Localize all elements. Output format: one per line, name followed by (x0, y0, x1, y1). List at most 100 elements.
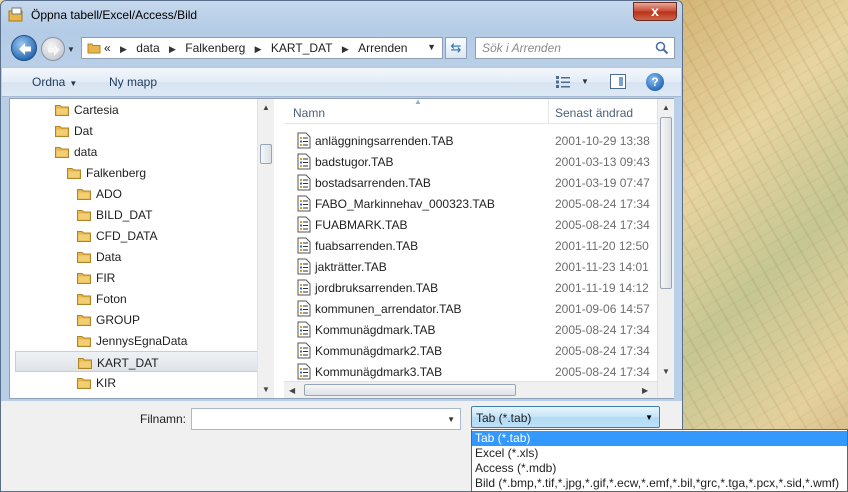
file-row[interactable]: FUABMARK.TAB 2005-08-24 17:34 (284, 214, 662, 235)
chevron-right-icon[interactable]: ▶ (120, 44, 127, 55)
help-button[interactable]: ? (646, 73, 664, 91)
file-date: 2001-10-29 13:38 (555, 134, 650, 148)
chevron-right-icon[interactable]: ▶ (255, 44, 262, 55)
file-row[interactable]: Kommunägdmark3.TAB 2005-08-24 17:34 (284, 361, 662, 382)
tree-item-label: FIR (96, 271, 116, 285)
file-row[interactable]: anläggningsarrenden.TAB 2001-10-29 13:38 (284, 130, 662, 151)
scroll-thumb[interactable] (660, 117, 672, 289)
breadcrumb-overflow[interactable]: « (104, 41, 111, 55)
breadcrumb-arrenden[interactable]: Arrenden (358, 41, 407, 55)
filetype-select[interactable]: Tab (*.tab) ▼ (471, 406, 660, 428)
scroll-thumb[interactable] (260, 144, 272, 164)
organize-button[interactable]: Ordna ▼ (32, 75, 77, 89)
scroll-down-icon[interactable]: ▼ (662, 367, 670, 376)
navigation-bar: ▼ « ▶ data ▶ Falkenberg ▶ KART_DAT ▶ Arr… (1, 33, 682, 63)
scroll-left-icon[interactable]: ◀ (289, 386, 295, 395)
chevron-right-icon[interactable]: ▶ (169, 44, 176, 55)
recent-locations-dropdown[interactable]: ▼ (67, 45, 75, 54)
back-button[interactable] (11, 35, 37, 61)
file-list-hscrollbar[interactable]: ◀ ▶ (284, 381, 657, 398)
view-details-icon[interactable] (555, 75, 571, 89)
file-row[interactable]: kommunen_arrendator.TAB 2001-09-06 14:57 (284, 298, 662, 319)
file-date: 2005-08-24 17:34 (555, 218, 650, 232)
filetype-option[interactable]: Tab (*.tab) (472, 431, 847, 446)
tree-item[interactable]: FIR (10, 267, 255, 288)
column-divider[interactable] (548, 99, 549, 124)
file-date: 2005-08-24 17:34 (555, 365, 650, 379)
file-row[interactable]: badstugor.TAB 2001-03-13 09:43 (284, 151, 662, 172)
tree-item-label: KART_DAT (97, 356, 159, 370)
scroll-up-icon[interactable]: ▲ (662, 103, 670, 112)
new-folder-button[interactable]: Ny mapp (109, 75, 157, 89)
file-name: jordbruksarrenden.TAB (315, 281, 439, 295)
scroll-down-icon[interactable]: ▼ (262, 385, 270, 394)
search-icon[interactable] (655, 41, 669, 55)
filetype-option[interactable]: Access (*.mdb) (472, 461, 847, 476)
column-date-header[interactable]: Senast ändrad (555, 106, 633, 120)
tree-item[interactable]: GROUP (10, 309, 255, 330)
address-dropdown[interactable]: ▼ (427, 42, 436, 52)
forward-button[interactable] (41, 37, 65, 61)
folder-icon (77, 336, 91, 347)
tree-item[interactable]: KART_DAT (15, 351, 260, 372)
file-row[interactable]: Kommunägdmark2.TAB 2005-08-24 17:34 (284, 340, 662, 361)
refresh-button[interactable]: ⇆ (445, 37, 467, 59)
file-date: 2001-11-20 12:50 (555, 239, 649, 253)
chevron-down-icon: ▼ (69, 79, 78, 88)
column-name-header[interactable]: Namn (293, 106, 325, 120)
file-date: 2001-11-23 14:01 (555, 260, 649, 274)
folder-icon (55, 126, 69, 137)
tree-item[interactable]: KIR (10, 372, 255, 393)
tree-item[interactable]: ADO (10, 183, 255, 204)
tree-item[interactable]: CFD_DATA (10, 225, 255, 246)
preview-pane-icon[interactable] (610, 74, 626, 89)
tree-item-label: Falkenberg (86, 166, 147, 180)
file-list-vscrollbar[interactable]: ▲ ▼ (657, 99, 674, 398)
tree-item-label: Dat (74, 124, 93, 138)
filetype-option[interactable]: Excel (*.xls) (472, 446, 847, 461)
filetype-selected-value: Tab (*.tab) (476, 411, 532, 425)
chevron-right-icon[interactable]: ▶ (342, 44, 349, 55)
back-arrow-icon (19, 43, 31, 55)
refresh-icon: ⇆ (450, 40, 462, 55)
filetype-option[interactable]: Bild (*.bmp,*.tif,*.jpg,*.gif,*.ecw,*.em… (472, 476, 847, 491)
file-row[interactable]: FABO_Markinnehav_000323.TAB 2005-08-24 17… (284, 193, 662, 214)
tree-item[interactable]: JennysEgnaData (10, 330, 255, 351)
tab-file-icon (297, 132, 311, 149)
tab-file-icon (297, 342, 311, 359)
chevron-down-icon[interactable]: ▼ (447, 415, 455, 424)
file-row[interactable]: bostadsarrenden.TAB 2001-03-19 07:47 (284, 172, 662, 193)
tab-file-icon (297, 363, 311, 380)
tree-item[interactable]: data (10, 141, 255, 162)
tree-item-label: Foton (96, 292, 127, 306)
tree-item[interactable]: BILD_DAT (10, 204, 255, 225)
scroll-right-icon[interactable]: ▶ (642, 386, 648, 395)
scroll-up-icon[interactable]: ▲ (262, 103, 270, 112)
tree-item[interactable]: Cartesia (10, 99, 255, 120)
tree-scrollbar[interactable]: ▲ ▼ (257, 99, 274, 398)
file-row[interactable]: Kommunägdmark.TAB 2005-08-24 17:34 (284, 319, 662, 340)
scroll-thumb[interactable] (304, 384, 516, 396)
breadcrumb-falkenberg[interactable]: Falkenberg (185, 41, 245, 55)
search-input[interactable] (476, 38, 654, 58)
breadcrumb-kart-dat[interactable]: KART_DAT (271, 41, 333, 55)
file-row[interactable]: jordbruksarrenden.TAB 2001-11-19 14:12 (284, 277, 662, 298)
tree-item[interactable]: Falkenberg (10, 162, 255, 183)
close-button[interactable]: x (633, 2, 677, 21)
folder-icon (77, 210, 91, 221)
views-dropdown[interactable]: ▼ (581, 77, 589, 86)
tree-item[interactable]: Dat (10, 120, 255, 141)
organize-label: Ordna (32, 75, 66, 89)
filename-input[interactable] (192, 409, 442, 429)
address-bar[interactable]: « ▶ data ▶ Falkenberg ▶ KART_DAT ▶ Arren… (81, 37, 443, 59)
chevron-down-icon: ▼ (645, 413, 653, 422)
tree-item[interactable]: Foton (10, 288, 255, 309)
file-name: bostadsarrenden.TAB (315, 176, 431, 190)
tree-item-label: BILD_DAT (96, 208, 153, 222)
file-row[interactable]: fuabsarrenden.TAB 2001-11-20 12:50 (284, 235, 662, 256)
folder-icon (55, 147, 69, 158)
file-row[interactable]: jakträtter.TAB 2001-11-23 14:01 (284, 256, 662, 277)
breadcrumb-data[interactable]: data (136, 41, 159, 55)
tree-item[interactable]: Data (10, 246, 255, 267)
file-name: jakträtter.TAB (315, 260, 387, 274)
